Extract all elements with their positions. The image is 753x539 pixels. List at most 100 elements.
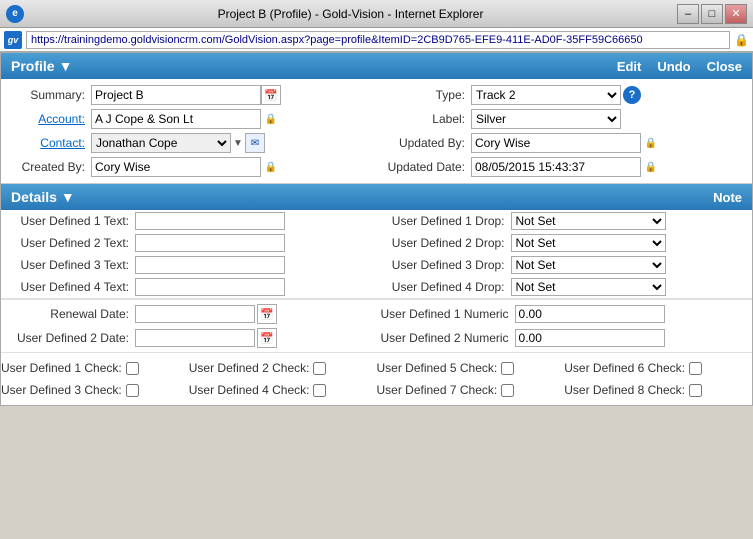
app-icon: e xyxy=(6,5,24,23)
account-label[interactable]: Account: xyxy=(1,112,91,126)
ud-date2-calendar-btn[interactable]: 📅 xyxy=(257,328,277,348)
updateddate-input[interactable] xyxy=(471,157,641,177)
check2-label: User Defined 2 Check: xyxy=(189,361,314,375)
type-label: Type: xyxy=(381,88,471,102)
ud-drop3-select[interactable]: Not Set xyxy=(511,256,666,274)
close-window-button[interactable]: ✕ xyxy=(725,4,747,24)
updatedby-lock-icon: 🔒 xyxy=(643,135,659,151)
text-fields-col: User Defined 1 Text: User Defined 2 Text… xyxy=(1,210,377,298)
checkbox-row-2: User Defined 3 Check: User Defined 4 Che… xyxy=(1,379,752,401)
address-input[interactable] xyxy=(26,31,730,49)
contact-email-btn[interactable]: ✉ xyxy=(245,133,265,153)
check4-label: User Defined 4 Check: xyxy=(189,383,314,397)
check6-group: User Defined 6 Check: xyxy=(564,361,752,375)
account-input[interactable] xyxy=(91,109,261,129)
renewal-date-input[interactable] xyxy=(135,305,255,323)
ud-text1-row: User Defined 1 Text: xyxy=(1,210,377,232)
ud-drop4-select[interactable]: Not Set xyxy=(511,278,666,296)
ud-numeric1-input[interactable] xyxy=(515,305,665,323)
check3-checkbox[interactable] xyxy=(126,384,139,397)
createdby-input[interactable] xyxy=(91,157,261,177)
undo-button[interactable]: Undo xyxy=(657,59,690,74)
updatedby-input[interactable] xyxy=(471,133,641,153)
renewal-date-calendar-btn[interactable]: 📅 xyxy=(257,304,277,324)
ssl-lock-icon: 🔒 xyxy=(734,33,749,47)
check3-group: User Defined 3 Check: xyxy=(1,383,189,397)
ud-drop1-select[interactable]: Not Set xyxy=(511,212,666,230)
details-dropdown-icon[interactable]: ▼ xyxy=(61,189,75,205)
check2-checkbox[interactable] xyxy=(313,362,326,375)
check6-checkbox[interactable] xyxy=(689,362,702,375)
profile-header-actions: Edit Undo Close xyxy=(617,59,742,74)
ud-text2-input[interactable] xyxy=(135,234,285,252)
label-group: Label: Silver xyxy=(381,109,752,129)
check1-checkbox[interactable] xyxy=(126,362,139,375)
check5-group: User Defined 5 Check: xyxy=(377,361,565,375)
ud-numeric1-label: User Defined 1 Numeric xyxy=(381,307,515,321)
close-profile-button[interactable]: Close xyxy=(707,59,742,74)
ud-fields-grid: User Defined 1 Text: User Defined 2 Text… xyxy=(1,210,752,299)
ud-drop3-label: User Defined 3 Drop: xyxy=(381,258,511,272)
type-select[interactable]: Track 2 xyxy=(471,85,621,105)
contact-select[interactable]: Jonathan Cope xyxy=(91,133,231,153)
details-section: User Defined 1 Text: User Defined 2 Text… xyxy=(1,210,752,405)
minimize-button[interactable]: – xyxy=(677,4,699,24)
type-help-btn[interactable]: ? xyxy=(623,86,641,104)
ud-text1-label: User Defined 1 Text: xyxy=(5,214,135,228)
ud-text2-row: User Defined 2 Text: xyxy=(1,232,377,254)
ud-drop2-select[interactable]: Not Set xyxy=(511,234,666,252)
check4-group: User Defined 4 Check: xyxy=(189,383,377,397)
ud-drop1-label: User Defined 1 Drop: xyxy=(381,214,511,228)
ud-text1-input[interactable] xyxy=(135,212,285,230)
createdby-group: Created By: 🔒 xyxy=(1,157,381,177)
ud-date2-input[interactable] xyxy=(135,329,255,347)
profile-header-left: Profile ▼ xyxy=(11,58,72,74)
summary-calendar-btn[interactable]: 📅 xyxy=(261,85,281,105)
ud-drop4-row: User Defined 4 Drop: Not Set xyxy=(377,276,753,298)
updateddate-lock-icon: 🔒 xyxy=(643,159,659,175)
summary-input[interactable] xyxy=(91,85,261,105)
profile-header: Profile ▼ Edit Undo Close xyxy=(1,53,752,79)
details-header: Details ▼ Note xyxy=(1,184,752,210)
browser-icon: gv xyxy=(4,31,22,49)
date-numeric-grid: Renewal Date: 📅 User Defined 1 Numeric U… xyxy=(1,302,752,350)
details-header-left: Details ▼ xyxy=(11,189,75,205)
check7-label: User Defined 7 Check: xyxy=(377,383,502,397)
check7-group: User Defined 7 Check: xyxy=(377,383,565,397)
ud-numeric2-label: User Defined 2 Numeric xyxy=(381,331,515,345)
label-label: Label: xyxy=(381,112,471,126)
contact-dropdown-arrow: ▼ xyxy=(233,138,243,149)
updateddate-label: Updated Date: xyxy=(381,160,471,174)
ud-numeric2-input[interactable] xyxy=(515,329,665,347)
note-button[interactable]: Note xyxy=(713,190,742,205)
contact-input-row: Jonathan Cope ▼ ✉ xyxy=(91,133,265,153)
check7-checkbox[interactable] xyxy=(501,384,514,397)
type-dropdown-row: Track 2 ? xyxy=(471,85,641,105)
check8-group: User Defined 8 Check: xyxy=(564,383,752,397)
window-controls: – □ ✕ xyxy=(677,4,747,24)
label-select[interactable]: Silver xyxy=(471,109,621,129)
type-group: Type: Track 2 ? xyxy=(381,85,752,105)
edit-button[interactable]: Edit xyxy=(617,59,642,74)
profile-dropdown-icon[interactable]: ▼ xyxy=(59,58,73,74)
contact-label[interactable]: Contact: xyxy=(1,136,91,150)
summary-label: Summary: xyxy=(1,88,91,102)
check1-group: User Defined 1 Check: xyxy=(1,361,189,375)
ud-drop4-label: User Defined 4 Drop: xyxy=(381,280,511,294)
updatedby-group: Updated By: 🔒 xyxy=(381,133,752,153)
ud-drop3-row: User Defined 3 Drop: Not Set xyxy=(377,254,753,276)
check8-checkbox[interactable] xyxy=(689,384,702,397)
check4-checkbox[interactable] xyxy=(313,384,326,397)
check5-checkbox[interactable] xyxy=(501,362,514,375)
check1-label: User Defined 1 Check: xyxy=(1,361,126,375)
form-row-account-label: Account: 🔒 Label: Silver xyxy=(1,107,752,131)
details-title: Details xyxy=(11,189,57,205)
check6-label: User Defined 6 Check: xyxy=(564,361,689,375)
ud-numeric2-row: User Defined 2 Numeric xyxy=(377,326,753,350)
profile-title: Profile xyxy=(11,58,55,74)
ud-text3-input[interactable] xyxy=(135,256,285,274)
maximize-button[interactable]: □ xyxy=(701,4,723,24)
check8-label: User Defined 8 Check: xyxy=(564,383,689,397)
ud-text4-label: User Defined 4 Text: xyxy=(5,280,135,294)
ud-text4-input[interactable] xyxy=(135,278,285,296)
